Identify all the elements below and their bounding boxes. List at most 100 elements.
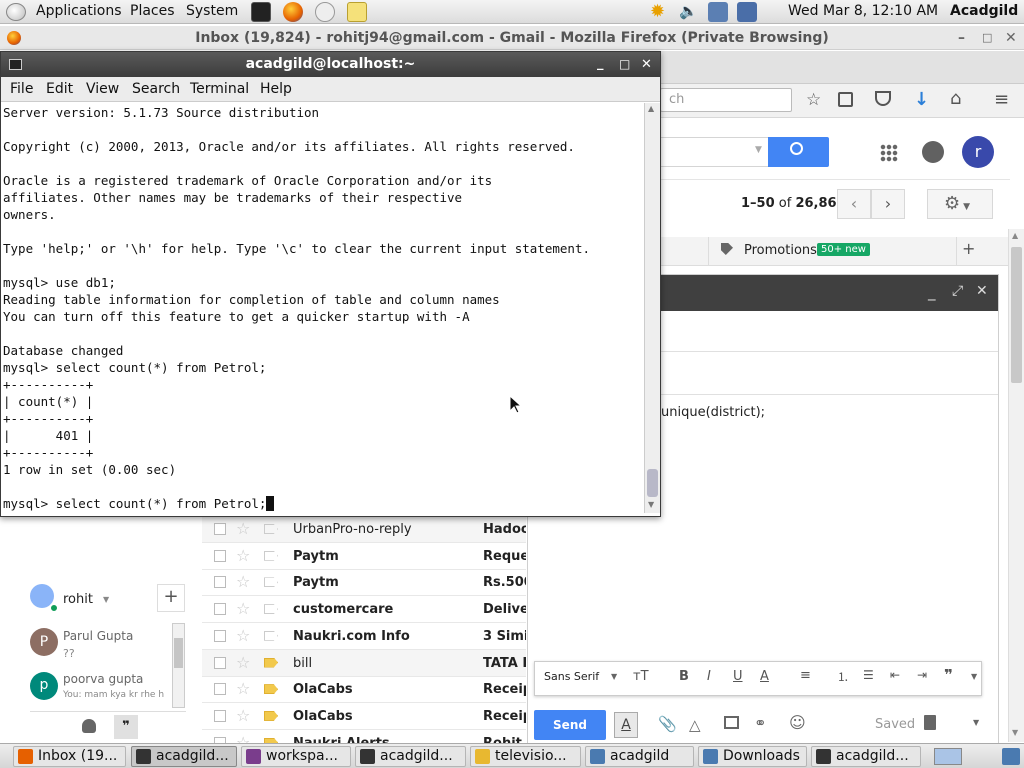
compose-minimize-button[interactable]: _ — [928, 283, 936, 301]
mail-launcher-icon[interactable] — [315, 2, 335, 22]
scroll-thumb[interactable] — [647, 469, 658, 497]
terminal-maximize-button[interactable]: □ — [619, 52, 630, 77]
row-checkbox[interactable] — [214, 523, 226, 535]
new-chat-button[interactable]: + — [157, 584, 185, 612]
gmail-scrollbar[interactable]: ▲ ▼ — [1008, 229, 1024, 742]
newer-button[interactable]: ‹ — [837, 189, 871, 219]
table-row[interactable]: ☆ OlaCabs Receip — [202, 703, 526, 730]
attach-icon[interactable]: 📎 — [658, 715, 677, 733]
row-checkbox[interactable] — [214, 603, 226, 616]
scroll-up-icon[interactable]: ▲ — [648, 104, 654, 113]
scroll-up-icon[interactable]: ▲ — [1012, 231, 1018, 240]
font-family-select[interactable]: Sans Serif — [544, 670, 599, 683]
terminal-titlebar[interactable]: acadgild@localhost:~ _ □ ✕ — [1, 52, 660, 77]
firefox-close-button[interactable]: ✕ — [1005, 26, 1017, 50]
importance-marker-icon[interactable] — [264, 577, 278, 588]
text-color-icon[interactable]: A — [760, 669, 769, 684]
bold-icon[interactable]: B — [679, 669, 689, 684]
reading-list-icon[interactable] — [838, 92, 853, 107]
menu-file[interactable]: File — [10, 81, 33, 97]
photo-icon[interactable] — [724, 716, 739, 729]
drive-icon[interactable]: △ — [689, 716, 701, 734]
older-button[interactable]: › — [871, 189, 905, 219]
volume-icon[interactable]: 🔈 — [679, 2, 698, 20]
row-checkbox[interactable] — [214, 629, 226, 642]
taskbar-button[interactable]: acadgild... — [811, 746, 921, 767]
compose-close-button[interactable]: ✕ — [976, 283, 988, 299]
importance-marker-icon[interactable] — [264, 630, 278, 641]
importance-marker-icon[interactable] — [264, 657, 278, 668]
menu-terminal[interactable]: Terminal — [190, 81, 249, 97]
table-row[interactable]: ☆ UrbanPro-no-reply Hadoop — [202, 516, 526, 543]
table-row[interactable]: ☆ Paytm Reques — [202, 543, 526, 570]
search-bar[interactable]: ch — [660, 88, 792, 112]
settings-button[interactable]: ⚙ ▼ — [927, 189, 993, 219]
scroll-down-icon[interactable]: ▼ — [1012, 728, 1018, 737]
pocket-icon[interactable] — [875, 91, 891, 106]
bookmark-star-icon[interactable]: ☆ — [806, 90, 821, 110]
notes-launcher-icon[interactable] — [347, 2, 367, 22]
italic-icon[interactable]: I — [707, 669, 711, 684]
menu-system[interactable]: System — [186, 3, 238, 19]
menu-applications[interactable]: Applications — [36, 3, 122, 19]
taskbar-button[interactable]: acadgild... — [355, 746, 466, 767]
clock[interactable]: Wed Mar 8, 12:10 AM — [788, 3, 938, 19]
workspace-switcher[interactable] — [934, 748, 962, 765]
indent-more-icon[interactable]: ⇥ — [917, 668, 927, 682]
formatting-toggle-icon[interactable]: A — [614, 712, 638, 738]
star-icon[interactable]: ☆ — [236, 519, 250, 538]
star-icon[interactable]: ☆ — [236, 599, 250, 618]
emoji-icon[interactable]: ☺ — [789, 713, 806, 732]
importance-marker-icon[interactable] — [264, 604, 278, 615]
bulleted-list-icon[interactable]: ☰ — [863, 668, 874, 682]
trash-applet-icon[interactable] — [1002, 748, 1020, 765]
home-icon[interactable]: ⌂ — [950, 88, 961, 109]
importance-marker-icon[interactable] — [264, 710, 278, 721]
firefox-minimize-button[interactable]: – — [958, 26, 965, 50]
network-icon[interactable] — [708, 2, 728, 22]
quote-icon[interactable]: ❞ — [944, 666, 953, 684]
star-icon[interactable]: ☆ — [236, 706, 250, 725]
row-checkbox[interactable] — [214, 709, 226, 722]
taskbar-button[interactable]: Inbox (19... — [13, 746, 126, 767]
table-row[interactable]: ☆ bill TATA IN — [202, 649, 526, 677]
gnome-foot-icon[interactable] — [6, 3, 26, 21]
hamburger-menu-icon[interactable]: ≡ — [994, 89, 1009, 110]
font-size-icon[interactable]: тT — [633, 669, 649, 684]
taskbar-button[interactable]: Downloads — [698, 746, 807, 767]
terminal-launcher-icon[interactable] — [251, 2, 271, 22]
terminal-scrollbar[interactable]: ▲ ▼ — [644, 103, 660, 513]
menu-search[interactable]: Search — [132, 81, 180, 97]
notifications-icon[interactable] — [922, 141, 944, 163]
numbered-list-icon[interactable]: ⒈ — [837, 668, 849, 685]
menu-view[interactable]: View — [86, 81, 119, 97]
chat-scrollbar[interactable] — [172, 623, 185, 708]
chevron-down-icon[interactable]: ▼ — [103, 595, 109, 604]
star-icon[interactable]: ☆ — [236, 653, 250, 672]
align-icon[interactable]: ≡ — [800, 668, 811, 683]
terminal-output[interactable]: Server version: 5.1.73 Source distributi… — [3, 104, 643, 514]
scroll-down-icon[interactable]: ▼ — [648, 500, 654, 509]
contacts-person-icon[interactable] — [82, 719, 96, 733]
gmail-search-button[interactable] — [768, 137, 829, 167]
importance-marker-icon[interactable] — [264, 524, 278, 534]
firefox-maximize-button[interactable]: □ — [982, 26, 992, 50]
link-icon[interactable]: ⚭ — [754, 714, 767, 732]
underline-icon[interactable]: U — [733, 669, 743, 684]
row-checkbox[interactable] — [214, 656, 226, 669]
menu-edit[interactable]: Edit — [46, 81, 73, 97]
compose-popout-button[interactable]: ⤢ — [952, 283, 963, 299]
indent-less-icon[interactable]: ⇤ — [890, 668, 900, 682]
apps-grid-icon[interactable] — [880, 144, 898, 162]
taskbar-button[interactable]: workspa... — [241, 746, 351, 767]
star-icon[interactable]: ☆ — [236, 626, 250, 645]
gmail-search-field[interactable]: ▼ — [660, 137, 768, 167]
row-checkbox[interactable] — [214, 683, 226, 696]
chat-user-name[interactable]: rohit — [63, 592, 93, 607]
contact-name[interactable]: Parul Gupta — [63, 629, 133, 643]
menu-help[interactable]: Help — [260, 81, 292, 97]
contact-avatar[interactable]: p — [30, 672, 58, 700]
row-checkbox[interactable] — [214, 576, 226, 589]
star-icon[interactable]: ☆ — [236, 546, 250, 565]
terminal-minimize-button[interactable]: _ — [597, 51, 604, 76]
